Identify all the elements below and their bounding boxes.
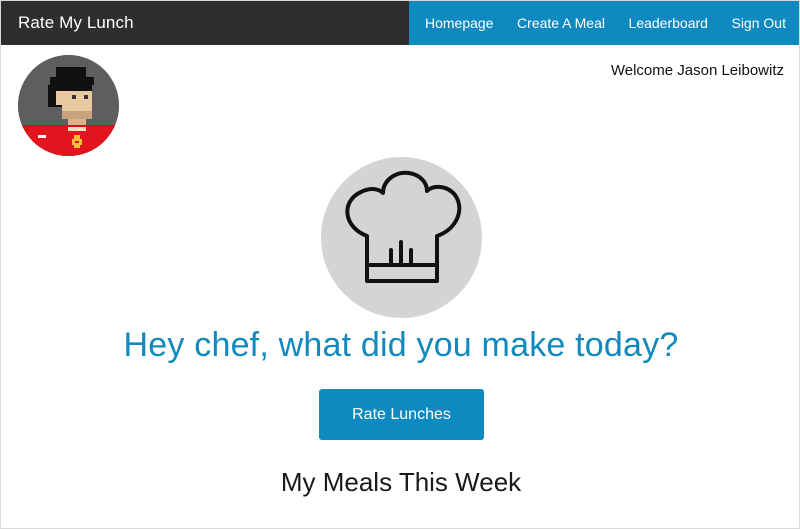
nav-create-a-meal[interactable]: Create A Meal — [517, 15, 605, 31]
chef-hat-icon — [345, 170, 462, 283]
chef-hat-badge — [321, 157, 482, 318]
rate-lunches-button[interactable]: Rate Lunches — [319, 389, 484, 440]
welcome-text: Welcome Jason Leibowitz — [610, 62, 784, 79]
nav-links: Homepage Create A Meal Leaderboard Sign … — [409, 1, 799, 45]
nav-leaderboard[interactable]: Leaderboard — [629, 15, 708, 31]
page-headline: Hey chef, what did you make today? — [123, 326, 679, 364]
nav-homepage[interactable]: Homepage — [425, 15, 494, 31]
brand-area: Rate My Lunch — [1, 1, 409, 45]
page: Rate My Lunch Homepage Create A Meal Lea… — [0, 0, 800, 529]
my-meals-heading: My Meals This Week — [280, 467, 522, 497]
avatar[interactable] — [18, 55, 119, 156]
pixel-art-avatar-icon — [18, 55, 119, 156]
navbar: Rate My Lunch Homepage Create A Meal Lea… — [1, 1, 799, 45]
brand-link[interactable]: Rate My Lunch — [1, 13, 134, 33]
nav-sign-out[interactable]: Sign Out — [731, 15, 785, 31]
